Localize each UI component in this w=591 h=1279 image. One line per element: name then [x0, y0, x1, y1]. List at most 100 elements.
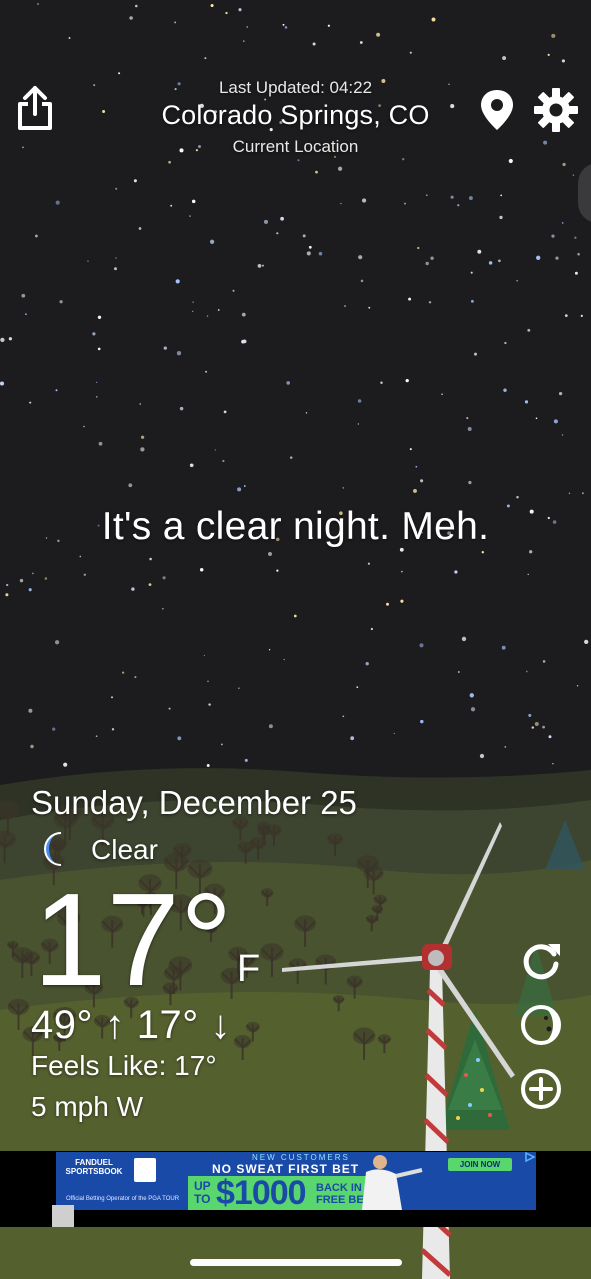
- star: [79, 555, 82, 558]
- star: [21, 293, 26, 298]
- star: [220, 743, 223, 746]
- moon-phase-icon[interactable]: [518, 1002, 564, 1048]
- ad-thumbnail[interactable]: [52, 1205, 74, 1227]
- star: [55, 389, 58, 392]
- star: [54, 640, 60, 645]
- star: [149, 557, 152, 561]
- tree-crown: [245, 1021, 260, 1033]
- add-circle-icon[interactable]: [518, 1066, 564, 1112]
- star: [561, 222, 564, 224]
- star: [199, 567, 204, 572]
- star: [425, 261, 429, 266]
- star: [175, 279, 180, 284]
- star: [237, 487, 242, 492]
- star: [340, 202, 342, 205]
- star: [564, 314, 568, 317]
- star: [222, 459, 225, 463]
- star: [0, 337, 5, 343]
- star: [92, 332, 96, 336]
- tree-crown: [7, 998, 30, 1016]
- star: [8, 337, 13, 341]
- location-pin-icon[interactable]: [478, 88, 516, 132]
- tree-crown: [260, 943, 284, 961]
- star: [210, 3, 214, 8]
- star: [584, 639, 589, 645]
- star: [474, 352, 477, 356]
- star: [110, 696, 114, 699]
- star: [140, 447, 145, 452]
- star: [189, 215, 191, 217]
- star: [441, 393, 443, 395]
- star: [503, 388, 507, 392]
- star: [357, 399, 362, 403]
- star: [214, 449, 217, 451]
- star: [24, 313, 27, 316]
- star: [470, 299, 474, 303]
- star: [162, 576, 166, 580]
- star: [135, 4, 138, 8]
- star: [217, 309, 220, 311]
- star: [95, 735, 98, 738]
- star: [528, 713, 532, 717]
- star: [535, 417, 538, 420]
- star: [276, 569, 279, 572]
- gear-icon[interactable]: [533, 87, 579, 133]
- star: [466, 417, 469, 420]
- golfer-image: [362, 1155, 423, 1210]
- tree-crown: [7, 940, 19, 950]
- star: [527, 573, 529, 576]
- tree-crown: [266, 824, 282, 836]
- star: [420, 479, 424, 483]
- star: [561, 59, 565, 63]
- star: [209, 239, 215, 244]
- temperature-unit[interactable]: F: [237, 948, 260, 991]
- star: [28, 708, 33, 713]
- star: [179, 406, 184, 411]
- star: [148, 583, 152, 586]
- star: [342, 715, 345, 718]
- star: [527, 328, 531, 332]
- star: [468, 480, 472, 485]
- adchoices-icon[interactable]: [524, 1152, 536, 1162]
- star: [481, 550, 485, 554]
- star: [208, 703, 211, 706]
- share-icon[interactable]: [14, 84, 56, 132]
- star: [572, 174, 575, 176]
- ad-banner[interactable]: FANDUEL SPORTSBOOK Official Betting Oper…: [56, 1152, 536, 1210]
- star: [242, 40, 245, 42]
- star: [419, 643, 424, 648]
- star: [574, 271, 578, 275]
- tree-crown: [346, 975, 363, 988]
- star: [162, 608, 164, 610]
- star: [115, 257, 117, 259]
- star: [468, 196, 473, 201]
- ad-new-customers: NEW CUSTOMERS: [252, 1153, 350, 1162]
- star: [408, 297, 412, 301]
- ad-join-now-button[interactable]: JOIN NOW: [448, 1158, 512, 1171]
- home-indicator[interactable]: [190, 1259, 402, 1266]
- tree-crown: [233, 1034, 252, 1048]
- location-subtitle: Current Location: [232, 137, 359, 156]
- star: [243, 485, 246, 487]
- star: [163, 346, 167, 350]
- star: [470, 271, 473, 274]
- star: [356, 686, 359, 689]
- star: [361, 198, 367, 203]
- star: [176, 351, 182, 356]
- star: [68, 37, 71, 39]
- star: [204, 57, 207, 60]
- star: [308, 245, 312, 249]
- star: [206, 315, 209, 317]
- forecast-date: Sunday, December 25: [31, 784, 357, 821]
- refresh-icon[interactable]: [518, 938, 564, 984]
- feels-like: Feels Like: 17°: [31, 1050, 217, 1081]
- tree-crown: [371, 904, 383, 914]
- star: [133, 179, 137, 183]
- tree-crown: [294, 915, 317, 932]
- star: [5, 593, 9, 597]
- star: [552, 763, 554, 765]
- star: [574, 236, 577, 239]
- star: [576, 685, 579, 687]
- star: [59, 300, 63, 304]
- star: [536, 255, 541, 260]
